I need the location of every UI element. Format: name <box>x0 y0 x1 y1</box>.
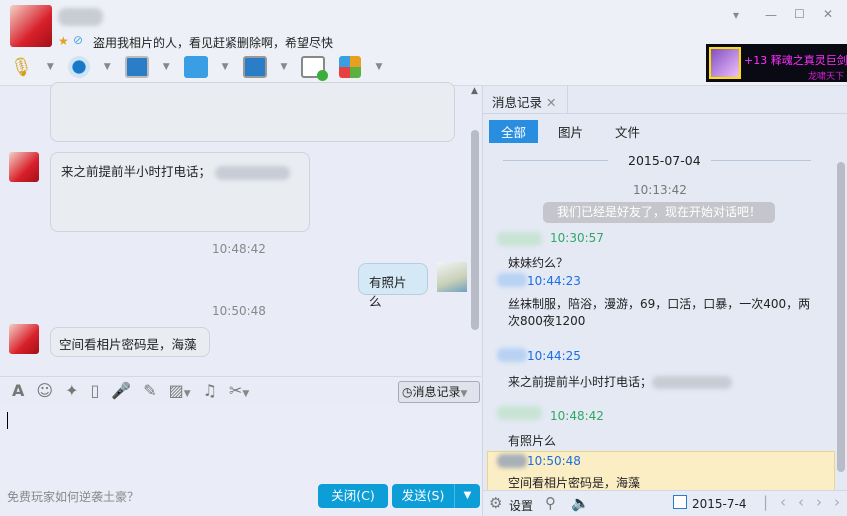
sword-icon <box>709 47 741 79</box>
chevron-down-icon[interactable]: ▼ <box>375 62 382 72</box>
signature: 盗用我相片的人，看见赶紧删除啊，希望尽快 <box>93 36 334 50</box>
entry-time: 10:30:57 <box>550 231 604 245</box>
edit-icon[interactable]: ✎ <box>143 381 156 400</box>
history-date[interactable]: 2015-7-4 <box>692 497 746 511</box>
star-icon: ★ <box>58 34 69 48</box>
music-icon[interactable]: ♫ <box>203 381 217 400</box>
calendar-icon[interactable] <box>673 495 687 509</box>
date-divider: 2015-07-04 <box>628 153 701 168</box>
ad-link[interactable]: 免费玩家如何逆袭土豪？ <box>7 488 139 505</box>
chevron-down-icon[interactable]: ▼ <box>281 62 288 72</box>
chat-header: ★ ⊘ 盗用我相片的人，看见赶紧删除啊，希望尽快 🎙 ▼ ▼ ▼ ▼ ▼ ▼ ▾ … <box>0 0 847 86</box>
chat-scrollbar[interactable]: ▲ <box>470 86 480 376</box>
history-panel: 消息记录 ✕ 全部 图片 文件 2015-07-04 10:13:42 我们已经… <box>482 86 847 516</box>
voice-call-icon[interactable]: 🎙 <box>10 57 33 78</box>
maximize-icon[interactable]: ☐ <box>794 7 805 21</box>
entry-text: 妹妹约么？ <box>508 256 569 270</box>
chevron-down-icon[interactable]: ▼ <box>104 62 111 72</box>
highlighted-entry[interactable]: 10:50:48 空间看相片密码是，海藻 <box>487 451 835 491</box>
speaker-icon[interactable]: 🔈 <box>571 494 590 512</box>
history-button-label: 消息记录 <box>412 385 461 399</box>
remote-assist-icon[interactable] <box>124 56 149 78</box>
message-timestamp: 10:48:42 <box>212 242 266 256</box>
settings-gear-icon[interactable]: ⚙ <box>489 494 502 512</box>
game-ad-banner[interactable]: +13 释魂之真灵巨剑 龙啸天下 <box>706 44 847 82</box>
entry-text: 丝袜制服，陪浴，漫游，69，口活，口暴，一次400，两次800夜1200 <box>508 297 811 328</box>
input-toolbar: A ☺ ✦ ▯ 🎤 ✎ ▨▼ ♫ ✂▼ ◷消息记录▼ <box>0 376 481 406</box>
system-timestamp: 10:13:42 <box>633 183 687 197</box>
qzone-icon[interactable]: ⊘ <box>73 33 83 47</box>
sender-name-redacted <box>497 454 527 468</box>
close-icon[interactable]: ✕ <box>823 7 833 21</box>
shake-icon[interactable]: ▯ <box>90 381 99 400</box>
create-discussion-icon[interactable] <box>301 56 329 81</box>
history-toggle-button[interactable]: ◷消息记录▼ <box>398 381 480 403</box>
message-timestamp: 10:50:48 <box>212 304 266 318</box>
video-call-icon[interactable] <box>67 56 90 78</box>
message-bubble-self: 有照片么 <box>358 263 428 309</box>
self-avatar[interactable] <box>437 262 467 292</box>
close-button[interactable]: 关闭(C) <box>318 484 388 508</box>
page-nav-icons[interactable]: |‹‹››| <box>763 493 847 511</box>
chevron-down-icon[interactable]: ▼ <box>222 62 229 72</box>
message-bubble: 空间看相片密码是，海藻 <box>50 327 210 357</box>
chevron-down-icon[interactable]: ▼ <box>163 62 170 72</box>
entry-time: 10:44:23 <box>527 274 581 288</box>
entry-text: 来之前提前半小时打电话； <box>508 373 733 390</box>
filter-all[interactable]: 全部 <box>489 120 539 143</box>
entry-time: 10:48:42 <box>550 409 604 423</box>
message-text: 空间看相片密码是，海藻 <box>59 337 197 352</box>
filter-images[interactable]: 图片 <box>538 120 603 143</box>
window-menu-icon[interactable]: ▾ <box>733 8 739 22</box>
header-toolbar: 🎙 ▼ ▼ ▼ ▼ ▼ ▼ <box>10 56 382 81</box>
font-icon[interactable]: A <box>12 381 24 400</box>
message-text: 有照片么 <box>369 275 407 309</box>
settings-label[interactable]: 设置 <box>509 497 533 514</box>
chat-footer: 免费玩家如何逆袭土豪？ 关闭(C) 发送(S) ▼ <box>0 484 481 516</box>
tab-history[interactable]: 消息记录 ✕ <box>483 86 568 113</box>
sender-name-redacted <box>497 232 542 246</box>
history-filter-tabs: 全部 图片 文件 <box>489 120 652 143</box>
chat-message-area: 来之前提前半小时打电话； 10:48:42 有照片么 10:50:48 空间看相… <box>0 82 481 376</box>
screenshot-scissors-icon[interactable]: ✂▼ <box>229 381 249 400</box>
message-bubble <box>50 82 455 142</box>
message-input[interactable] <box>0 406 481 484</box>
message-text: 来之前提前半小时打电话； <box>61 164 212 179</box>
history-bottom-bar: ⚙ 设置 ⚲ 🔈 2015-7-4 |‹‹››| <box>483 490 847 516</box>
contact-name-redacted[interactable] <box>58 8 103 26</box>
send-file-icon[interactable] <box>183 56 208 78</box>
entry-text: 有照片么 <box>508 434 557 448</box>
sender-name-redacted <box>497 348 527 362</box>
magic-wand-icon[interactable]: ✦ <box>65 381 78 400</box>
ad-subtext: 龙啸天下 <box>807 72 844 82</box>
emoji-icon[interactable]: ☺ <box>36 381 53 400</box>
message-bubble: 来之前提前半小时打电话； <box>50 152 310 232</box>
history-scrollbar[interactable] <box>836 148 846 493</box>
contact-avatar[interactable] <box>10 5 52 47</box>
filter-files[interactable]: 文件 <box>603 120 652 143</box>
search-icon[interactable]: ⚲ <box>545 494 556 512</box>
clock-icon: ◷ <box>402 385 413 399</box>
minimize-icon[interactable]: — <box>765 8 777 22</box>
contact-avatar[interactable] <box>9 152 39 182</box>
voice-message-icon[interactable]: 🎤 <box>111 381 131 400</box>
entry-time: 10:44:25 <box>527 349 581 363</box>
redacted-phone <box>215 165 290 180</box>
entry-text: 空间看相片密码是，海藻 <box>508 476 641 490</box>
apps-icon[interactable] <box>339 56 362 78</box>
system-message: 我们已经是好友了，现在开始对话吧！ <box>543 202 775 223</box>
chevron-down-icon[interactable]: ▼ <box>47 62 54 72</box>
screen-share-icon[interactable] <box>242 56 267 78</box>
sender-name-redacted <box>497 406 542 420</box>
ad-text: +13 释魂之真灵巨剑 <box>744 54 847 67</box>
image-icon[interactable]: ▨▼ <box>169 381 191 400</box>
close-tab-icon[interactable]: ✕ <box>546 95 556 110</box>
contact-avatar[interactable] <box>9 324 39 354</box>
tab-label: 消息记录 <box>492 95 543 110</box>
sender-name-redacted <box>497 273 527 287</box>
send-options-dropdown[interactable]: ▼ <box>454 484 480 508</box>
entry-time: 10:50:48 <box>527 454 581 468</box>
send-button[interactable]: 发送(S) <box>392 484 454 508</box>
